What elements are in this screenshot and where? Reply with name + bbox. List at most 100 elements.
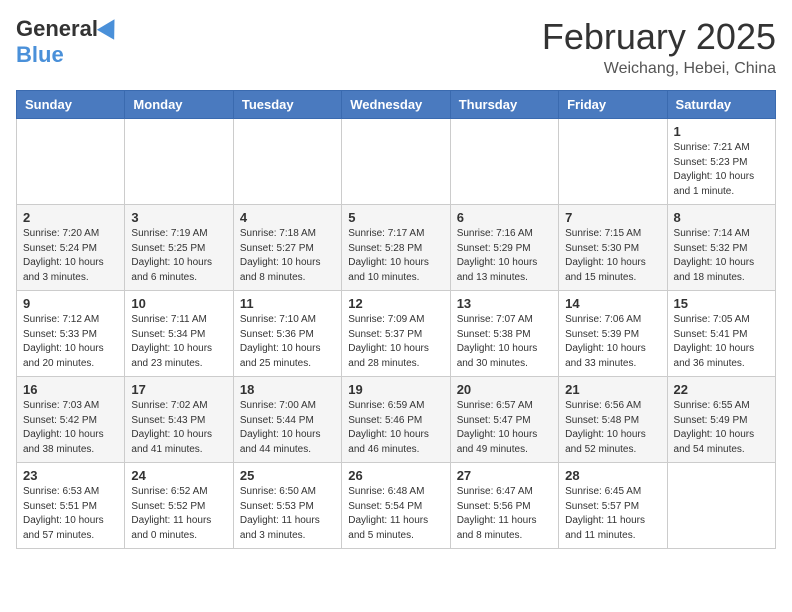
day-number: 28	[565, 468, 660, 483]
calendar-cell: 10 Sunrise: 7:11 AM Sunset: 5:34 PM Dayli…	[125, 291, 233, 377]
day-info: Sunrise: 7:20 AM Sunset: 5:24 PM Dayligh…	[23, 227, 118, 285]
day-info: Sunrise: 6:56 AM Sunset: 5:48 PM Dayligh…	[565, 399, 660, 457]
day-number: 21	[565, 382, 660, 397]
day-info: Sunrise: 7:14 AM Sunset: 5:32 PM Dayligh…	[674, 227, 769, 285]
day-info: Sunrise: 6:50 AM Sunset: 5:53 PM Dayligh…	[240, 485, 335, 543]
day-info: Sunrise: 6:55 AM Sunset: 5:49 PM Dayligh…	[674, 399, 769, 457]
calendar-cell: 5 Sunrise: 7:17 AM Sunset: 5:28 PM Daylig…	[342, 205, 450, 291]
day-number: 22	[674, 382, 769, 397]
logo: General Blue	[16, 16, 120, 68]
day-info: Sunrise: 7:10 AM Sunset: 5:36 PM Dayligh…	[240, 313, 335, 371]
day-info: Sunrise: 7:17 AM Sunset: 5:28 PM Dayligh…	[348, 227, 443, 285]
calendar-day-header: Tuesday	[233, 91, 341, 119]
day-info: Sunrise: 7:05 AM Sunset: 5:41 PM Dayligh…	[674, 313, 769, 371]
day-info: Sunrise: 7:09 AM Sunset: 5:37 PM Dayligh…	[348, 313, 443, 371]
day-number: 10	[131, 296, 226, 311]
day-info: Sunrise: 7:19 AM Sunset: 5:25 PM Dayligh…	[131, 227, 226, 285]
day-info: Sunrise: 6:48 AM Sunset: 5:54 PM Dayligh…	[348, 485, 443, 543]
calendar-cell: 19 Sunrise: 6:59 AM Sunset: 5:46 PM Dayli…	[342, 377, 450, 463]
day-info: Sunrise: 6:53 AM Sunset: 5:51 PM Dayligh…	[23, 485, 118, 543]
calendar-cell	[559, 119, 667, 205]
day-number: 16	[23, 382, 118, 397]
day-number: 17	[131, 382, 226, 397]
calendar-day-header: Saturday	[667, 91, 775, 119]
calendar-day-header: Sunday	[17, 91, 125, 119]
calendar-week-row: 2 Sunrise: 7:20 AM Sunset: 5:24 PM Daylig…	[17, 205, 776, 291]
calendar-table: SundayMondayTuesdayWednesdayThursdayFrid…	[16, 90, 776, 549]
calendar-day-header: Wednesday	[342, 91, 450, 119]
calendar-cell: 24 Sunrise: 6:52 AM Sunset: 5:52 PM Dayli…	[125, 463, 233, 549]
calendar-cell: 26 Sunrise: 6:48 AM Sunset: 5:54 PM Dayli…	[342, 463, 450, 549]
day-number: 8	[674, 210, 769, 225]
calendar-cell: 23Sunrise: 6:53 AM Sunset: 5:51 PM Dayli…	[17, 463, 125, 549]
day-info: Sunrise: 6:57 AM Sunset: 5:47 PM Dayligh…	[457, 399, 552, 457]
calendar-cell	[450, 119, 558, 205]
day-number: 24	[131, 468, 226, 483]
day-number: 15	[674, 296, 769, 311]
day-info: Sunrise: 7:12 AM Sunset: 5:33 PM Dayligh…	[23, 313, 118, 371]
day-number: 13	[457, 296, 552, 311]
page-header: General Blue February 2025 Weichang, Heb…	[16, 16, 776, 78]
calendar-cell: 8 Sunrise: 7:14 AM Sunset: 5:32 PM Daylig…	[667, 205, 775, 291]
day-info: Sunrise: 6:47 AM Sunset: 5:56 PM Dayligh…	[457, 485, 552, 543]
calendar-week-row: 23Sunrise: 6:53 AM Sunset: 5:51 PM Dayli…	[17, 463, 776, 549]
day-number: 18	[240, 382, 335, 397]
day-number: 25	[240, 468, 335, 483]
calendar-cell: 9Sunrise: 7:12 AM Sunset: 5:33 PM Daylig…	[17, 291, 125, 377]
location-title: Weichang, Hebei, China	[542, 60, 776, 78]
calendar-cell: 13 Sunrise: 7:07 AM Sunset: 5:38 PM Dayli…	[450, 291, 558, 377]
calendar-cell	[17, 119, 125, 205]
calendar-cell: 17 Sunrise: 7:02 AM Sunset: 5:43 PM Dayli…	[125, 377, 233, 463]
calendar-cell: 3 Sunrise: 7:19 AM Sunset: 5:25 PM Daylig…	[125, 205, 233, 291]
day-number: 2	[23, 210, 118, 225]
calendar-cell: 28 Sunrise: 6:45 AM Sunset: 5:57 PM Dayli…	[559, 463, 667, 549]
day-number: 7	[565, 210, 660, 225]
day-number: 26	[348, 468, 443, 483]
calendar-cell: 2 Sunrise: 7:20 AM Sunset: 5:24 PM Daylig…	[17, 205, 125, 291]
calendar-day-header: Friday	[559, 91, 667, 119]
day-info: Sunrise: 7:16 AM Sunset: 5:29 PM Dayligh…	[457, 227, 552, 285]
calendar-cell: 27 Sunrise: 6:47 AM Sunset: 5:56 PM Dayli…	[450, 463, 558, 549]
calendar-cell: 20 Sunrise: 6:57 AM Sunset: 5:47 PM Dayli…	[450, 377, 558, 463]
day-info: Sunrise: 7:03 AM Sunset: 5:42 PM Dayligh…	[23, 399, 118, 457]
day-number: 4	[240, 210, 335, 225]
calendar-cell: 12 Sunrise: 7:09 AM Sunset: 5:37 PM Dayli…	[342, 291, 450, 377]
calendar-cell: 4Sunrise: 7:18 AM Sunset: 5:27 PM Daylig…	[233, 205, 341, 291]
calendar-day-header: Monday	[125, 91, 233, 119]
day-number: 14	[565, 296, 660, 311]
calendar-cell: 15 Sunrise: 7:05 AM Sunset: 5:41 PM Dayli…	[667, 291, 775, 377]
calendar-header-row: SundayMondayTuesdayWednesdayThursdayFrid…	[17, 91, 776, 119]
calendar-day-header: Thursday	[450, 91, 558, 119]
calendar-cell	[667, 463, 775, 549]
logo-general-text: General	[16, 16, 98, 42]
day-info: Sunrise: 7:00 AM Sunset: 5:44 PM Dayligh…	[240, 399, 335, 457]
calendar-cell: 22 Sunrise: 6:55 AM Sunset: 5:49 PM Dayli…	[667, 377, 775, 463]
day-info: Sunrise: 7:11 AM Sunset: 5:34 PM Dayligh…	[131, 313, 226, 371]
day-number: 1	[674, 124, 769, 139]
day-number: 11	[240, 296, 335, 311]
logo-triangle-icon	[97, 14, 123, 40]
day-info: Sunrise: 7:07 AM Sunset: 5:38 PM Dayligh…	[457, 313, 552, 371]
day-number: 12	[348, 296, 443, 311]
day-info: Sunrise: 6:59 AM Sunset: 5:46 PM Dayligh…	[348, 399, 443, 457]
calendar-week-row: 9Sunrise: 7:12 AM Sunset: 5:33 PM Daylig…	[17, 291, 776, 377]
calendar-week-row: 16 Sunrise: 7:03 AM Sunset: 5:42 PM Dayli…	[17, 377, 776, 463]
day-info: Sunrise: 7:02 AM Sunset: 5:43 PM Dayligh…	[131, 399, 226, 457]
calendar-cell: 25 Sunrise: 6:50 AM Sunset: 5:53 PM Dayli…	[233, 463, 341, 549]
day-number: 19	[348, 382, 443, 397]
day-info: Sunrise: 7:21 AM Sunset: 5:23 PM Dayligh…	[674, 141, 769, 199]
day-number: 5	[348, 210, 443, 225]
calendar-cell: 18 Sunrise: 7:00 AM Sunset: 5:44 PM Dayli…	[233, 377, 341, 463]
calendar-cell: 16 Sunrise: 7:03 AM Sunset: 5:42 PM Dayli…	[17, 377, 125, 463]
day-info: Sunrise: 6:45 AM Sunset: 5:57 PM Dayligh…	[565, 485, 660, 543]
day-info: Sunrise: 7:06 AM Sunset: 5:39 PM Dayligh…	[565, 313, 660, 371]
calendar-cell: 14 Sunrise: 7:06 AM Sunset: 5:39 PM Dayli…	[559, 291, 667, 377]
day-info: Sunrise: 6:52 AM Sunset: 5:52 PM Dayligh…	[131, 485, 226, 543]
title-block: February 2025 Weichang, Hebei, China	[542, 16, 776, 78]
calendar-cell: 11 Sunrise: 7:10 AM Sunset: 5:36 PM Dayli…	[233, 291, 341, 377]
logo-blue-text: Blue	[16, 42, 64, 68]
day-number: 20	[457, 382, 552, 397]
day-number: 3	[131, 210, 226, 225]
day-number: 27	[457, 468, 552, 483]
calendar-cell	[342, 119, 450, 205]
